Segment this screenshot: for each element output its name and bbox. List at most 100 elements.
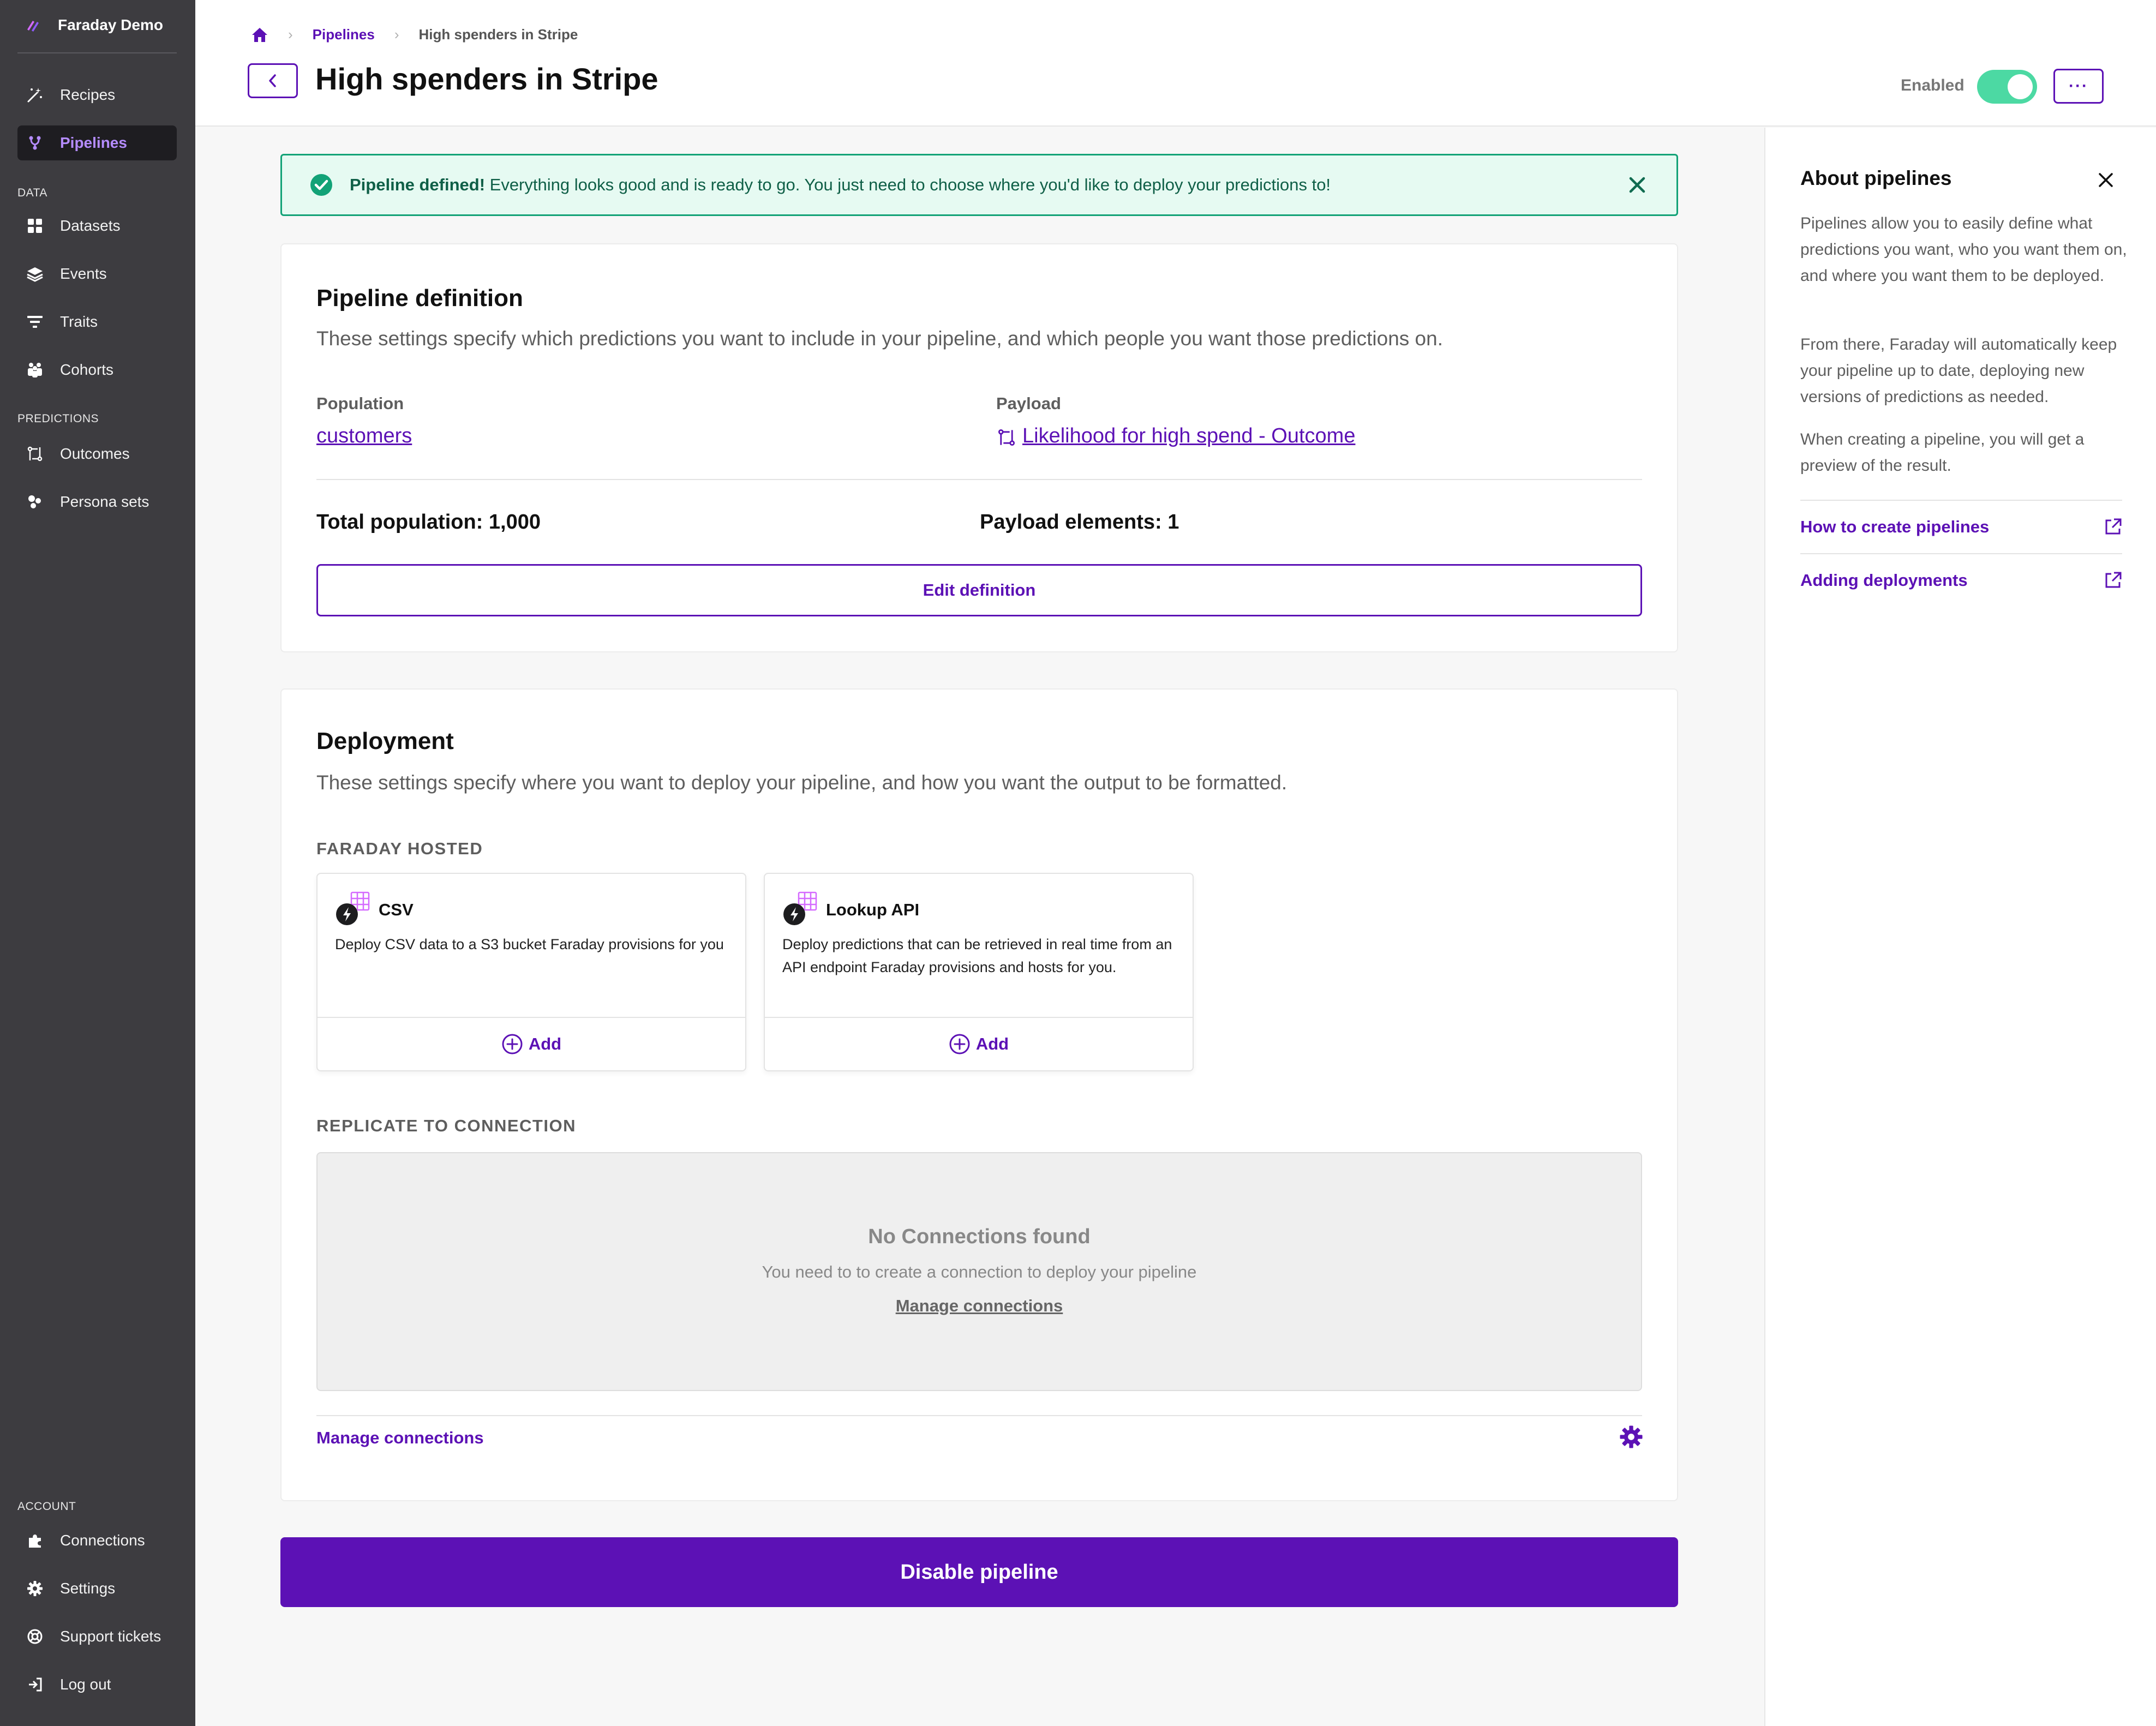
lifebuoy-icon <box>24 1626 46 1647</box>
chevron-right-icon: › <box>394 26 399 43</box>
how-to-create-pipelines-link[interactable]: How to create pipelines <box>1800 500 2122 553</box>
link-label: Adding deployments <box>1800 571 1968 590</box>
payload-label: Payload <box>996 394 1061 413</box>
sidebar-item-recipes[interactable]: Recipes <box>17 77 177 112</box>
section-title: Pipeline definition <box>316 285 523 311</box>
payload-link[interactable]: Likelihood for high spend - Outcome <box>1022 424 1355 448</box>
section-label-predictions: PREDICTIONS <box>17 412 99 425</box>
alert-message: Pipeline defined! Everything looks good … <box>350 175 1331 195</box>
gear-icon <box>24 1578 46 1599</box>
faraday-logo-icon <box>27 21 39 32</box>
more-options-button[interactable]: ··· <box>2053 69 2104 104</box>
page-header: › Pipelines › High spenders in Stripe Hi… <box>195 0 2156 127</box>
close-icon[interactable] <box>1625 173 1649 197</box>
empty-state-title: No Connections found <box>868 1225 1091 1248</box>
population-label: Population <box>316 394 404 413</box>
breadcrumb-link[interactable]: Pipelines <box>313 26 375 43</box>
layers-icon <box>24 263 46 285</box>
sidebar-item-events[interactable]: Events <box>17 256 177 291</box>
panel-paragraph: Pipelines allow you to easily define wha… <box>1800 214 2127 285</box>
brand[interactable]: Faraday Demo <box>24 15 163 35</box>
edit-definition-button[interactable]: Edit definition <box>316 564 1642 616</box>
add-csv-button[interactable]: Add <box>318 1017 745 1070</box>
tile-title: Lookup API <box>826 900 920 919</box>
manage-connections-link[interactable]: Manage connections <box>896 1296 1063 1315</box>
replicate-heading: REPLICATE TO CONNECTION <box>316 1116 576 1135</box>
panel-title: About pipelines <box>1800 167 1952 189</box>
grid-icon <box>24 215 46 237</box>
outcome-icon <box>24 443 46 465</box>
pipeline-definition-card: Pipeline definition These settings speci… <box>280 243 1678 652</box>
success-alert: Pipeline defined! Everything looks good … <box>280 154 1678 216</box>
faraday-hosted-heading: FARADAY HOSTED <box>316 839 483 858</box>
add-lookup-api-button[interactable]: Add <box>765 1017 1193 1070</box>
sidebar-item-persona-sets[interactable]: Persona sets <box>17 484 177 519</box>
payload-elements: Payload elements: 1 <box>980 511 1179 534</box>
total-population: Total population: 1,000 <box>316 511 541 534</box>
sidebar-item-support-tickets[interactable]: Support tickets <box>17 1619 177 1654</box>
section-label-account: ACCOUNT <box>17 1500 76 1513</box>
section-description: These settings specify where you want to… <box>316 771 1287 794</box>
population-link[interactable]: customers <box>316 424 412 448</box>
sidebar-item-outcomes[interactable]: Outcomes <box>17 436 177 471</box>
puzzle-icon <box>24 1530 46 1551</box>
lookup-api-deployment-tile: Lookup API Deploy predictions that can b… <box>764 873 1194 1071</box>
people-icon <box>24 359 46 381</box>
sidebar-item-cohorts[interactable]: Cohorts <box>17 352 177 387</box>
about-panel: About pipelines Pipelines allow you to e… <box>1764 128 2156 1726</box>
sidebar-item-label: Log out <box>60 1676 111 1693</box>
sidebar-item-connections[interactable]: Connections <box>17 1523 177 1558</box>
csv-deployment-tile: CSV Deploy CSV data to a S3 bucket Farad… <box>316 873 746 1071</box>
sidebar-item-traits[interactable]: Traits <box>17 304 177 339</box>
deployment-card: Deployment These settings specify where … <box>280 688 1678 1501</box>
no-connections-panel: No Connections found You need to to crea… <box>316 1152 1642 1391</box>
adding-deployments-link[interactable]: Adding deployments <box>1800 553 2122 607</box>
sidebar-item-label: Settings <box>60 1580 116 1597</box>
manage-connections-link[interactable]: Manage connections <box>316 1428 484 1448</box>
external-link-icon <box>2105 572 2122 588</box>
link-label: How to create pipelines <box>1800 517 1990 536</box>
external-link-icon <box>2105 518 2122 535</box>
sidebar-item-pipelines[interactable]: Pipelines <box>17 125 177 160</box>
chevron-left-icon <box>269 74 276 87</box>
sidebar-item-settings[interactable]: Settings <box>17 1571 177 1606</box>
section-title: Deployment <box>316 728 454 754</box>
pipeline-icon <box>24 132 46 154</box>
add-label: Add <box>528 1034 562 1053</box>
alert-title: Pipeline defined! <box>350 175 486 194</box>
enabled-toggle[interactable] <box>1977 70 2037 104</box>
chevron-right-icon: › <box>288 26 293 43</box>
breadcrumb: › Pipelines › High spenders in Stripe <box>251 26 578 43</box>
gear-icon[interactable] <box>1619 1425 1643 1449</box>
add-label: Add <box>975 1034 1009 1053</box>
home-icon[interactable] <box>251 27 268 43</box>
alert-body: Everything looks good and is ready to go… <box>485 175 1331 194</box>
magic-wand-icon <box>24 84 46 106</box>
panel-paragraph: When creating a pipeline, you will get a… <box>1800 430 2085 475</box>
sidebar-item-label: Support tickets <box>60 1628 161 1645</box>
close-icon[interactable] <box>2095 169 2117 191</box>
back-button[interactable] <box>248 63 298 98</box>
tile-description: Deploy CSV data to a S3 bucket Faraday p… <box>335 936 724 952</box>
sidebar-item-label: Cohorts <box>60 361 114 378</box>
section-label-data: DATA <box>17 187 47 199</box>
empty-state-link-row: Manage connections <box>318 1296 1641 1316</box>
section-description: These settings specify which predictions… <box>316 327 1443 350</box>
sidebar-item-label: Events <box>60 265 107 282</box>
toggle-knob <box>2008 74 2033 99</box>
breadcrumb-current: High spenders in Stripe <box>418 26 578 43</box>
plus-circle-icon <box>502 1034 523 1054</box>
filter-icon <box>24 311 46 333</box>
disable-pipeline-button[interactable]: Disable pipeline <box>280 1537 1678 1607</box>
csv-icon <box>336 891 370 925</box>
check-circle-icon <box>310 174 332 196</box>
sidebar-item-label: Pipelines <box>60 134 127 151</box>
divider <box>316 479 1642 480</box>
panel-paragraph: From there, Faraday will automatically k… <box>1800 335 2117 406</box>
page-title: High spenders in Stripe <box>315 62 658 96</box>
sidebar-item-datasets[interactable]: Datasets <box>17 208 177 243</box>
enabled-label: Enabled <box>1901 76 1965 94</box>
outcome-icon <box>998 429 1015 446</box>
lookup-api-icon <box>783 891 817 925</box>
sidebar-item-log-out[interactable]: Log out <box>17 1667 177 1702</box>
